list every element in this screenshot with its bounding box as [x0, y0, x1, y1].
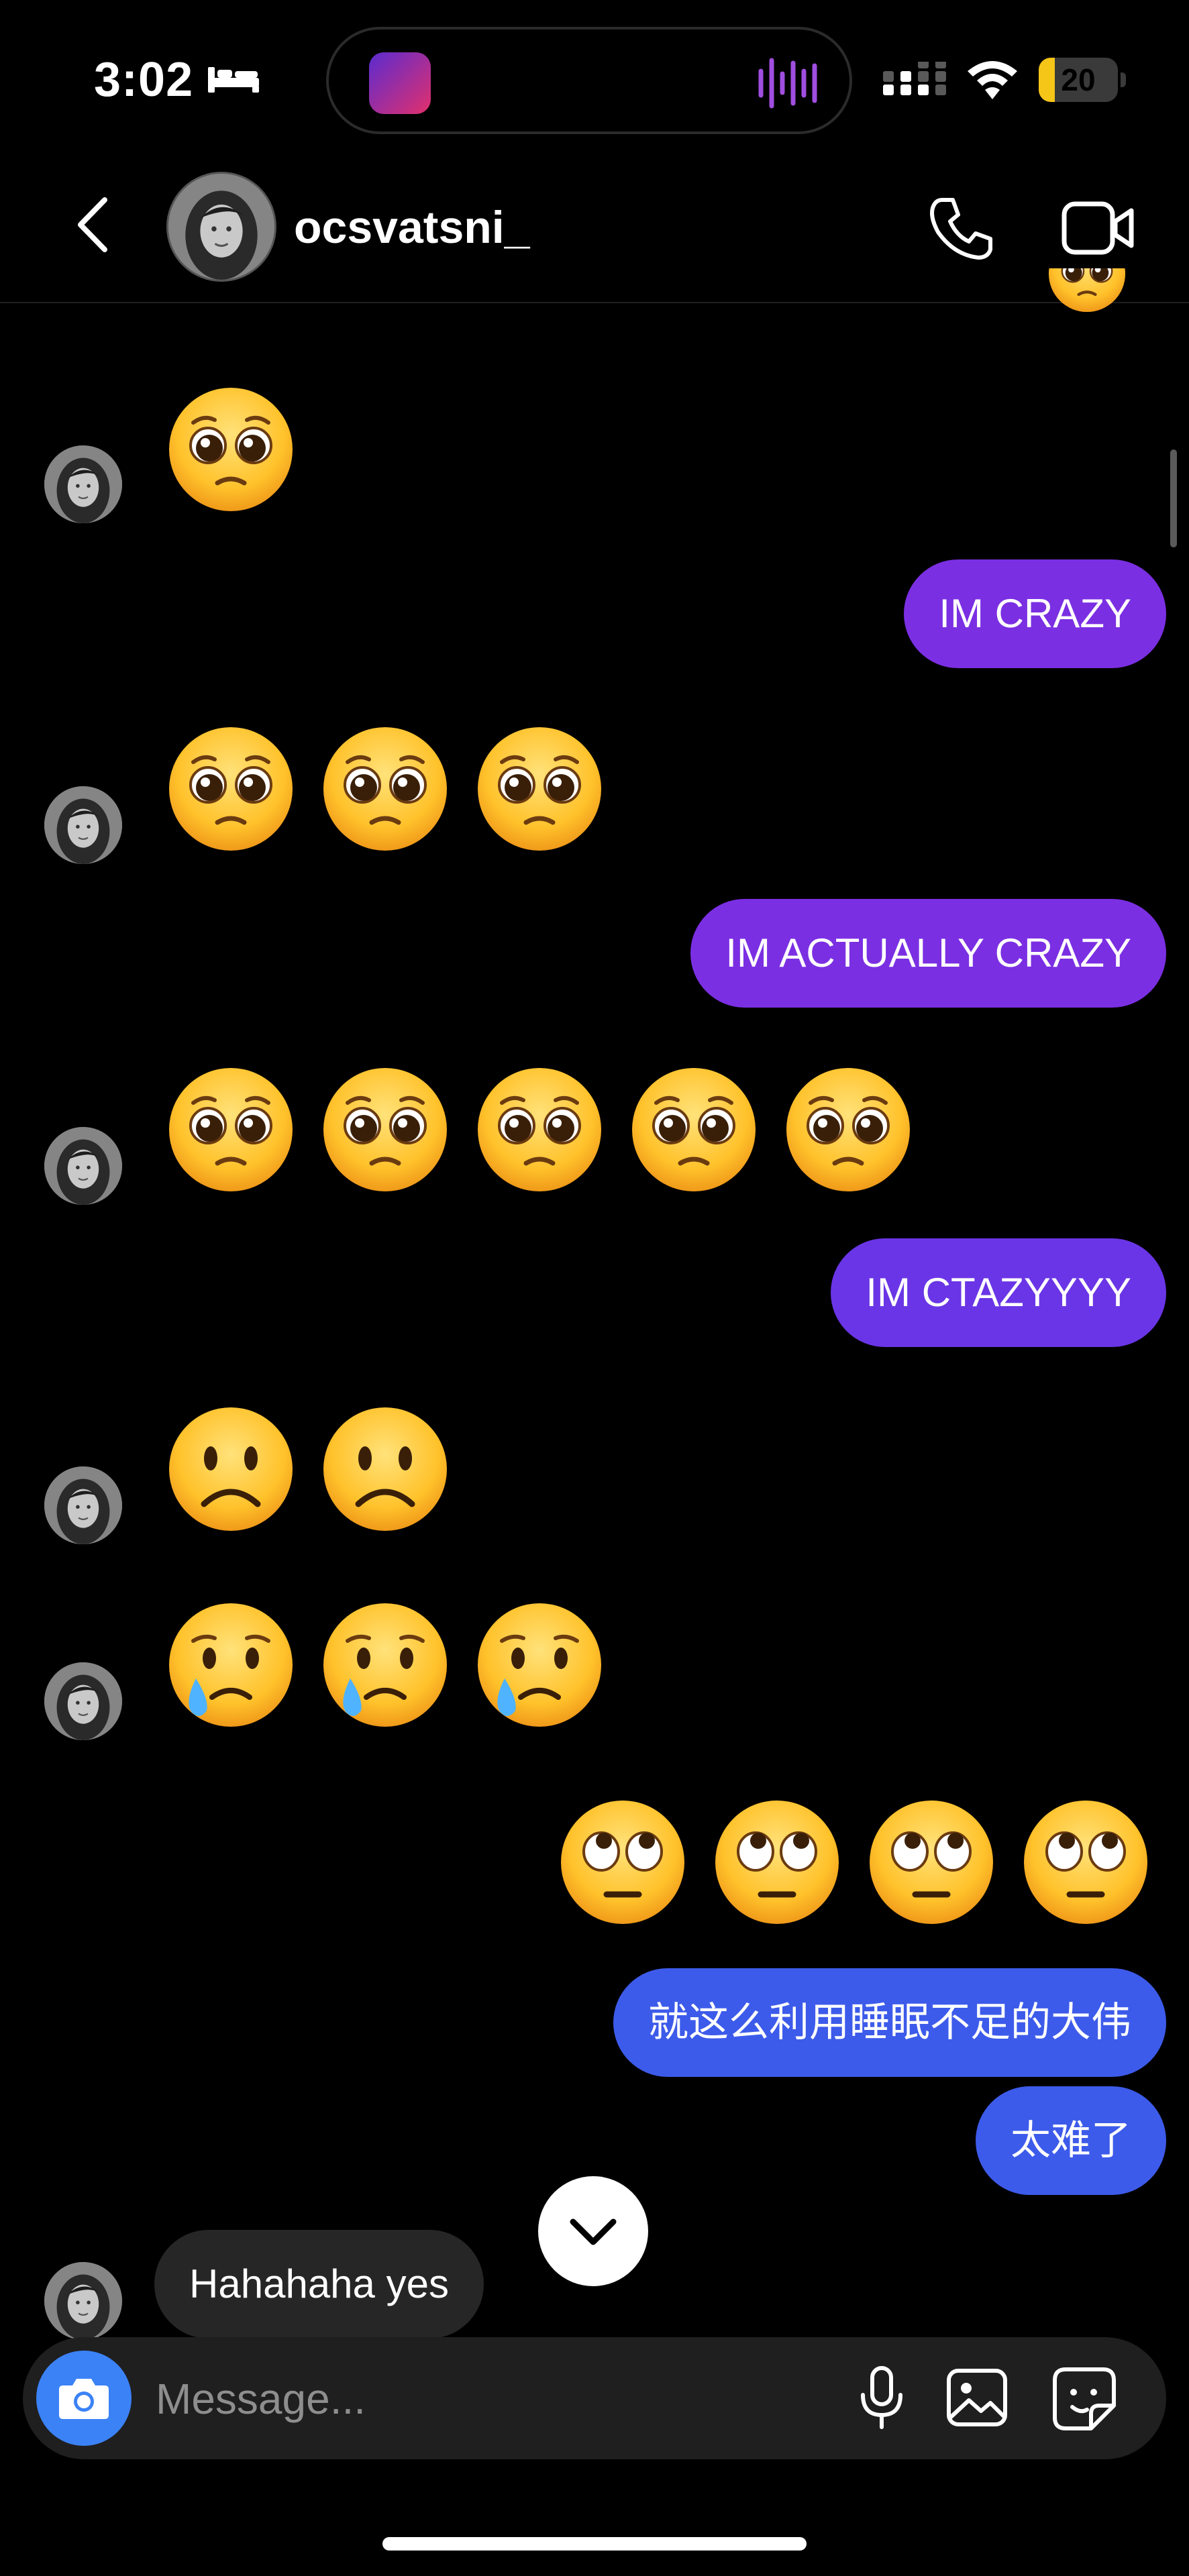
camera-button[interactable]: [36, 2351, 132, 2446]
pleading-face-emoji[interactable]: [164, 722, 298, 856]
sent-message-bubble[interactable]: IM CTAZYYYY: [831, 1238, 1166, 1347]
dynamic-island[interactable]: [326, 27, 852, 134]
sender-avatar[interactable]: [44, 2262, 122, 2340]
eye-roll-emoji[interactable]: [864, 1795, 998, 1929]
eye-roll-emoji[interactable]: [556, 1795, 690, 1929]
sender-avatar[interactable]: [44, 1127, 122, 1205]
pleading-face-emoji[interactable]: [627, 1063, 761, 1197]
header-divider: [0, 302, 1189, 303]
video-camera-icon[interactable]: [1062, 195, 1135, 262]
back-arrow-icon[interactable]: [72, 195, 113, 255]
bed-icon: [208, 67, 259, 93]
phone-icon[interactable]: [927, 195, 994, 262]
contact-avatar[interactable]: [166, 172, 276, 282]
sender-avatar[interactable]: [44, 445, 122, 523]
eye-roll-emoji[interactable]: [710, 1795, 844, 1929]
microphone-icon[interactable]: [848, 2364, 915, 2431]
sticker-icon[interactable]: [1049, 2364, 1119, 2434]
pleading-face-emoji[interactable]: [472, 722, 607, 856]
battery-percent: 20: [1061, 62, 1096, 97]
sent-message-bubble[interactable]: 太难了: [976, 2086, 1166, 2195]
scrollbar[interactable]: [1170, 449, 1177, 547]
crying-face-emoji[interactable]: [472, 1598, 607, 1732]
message-input[interactable]: [154, 2337, 815, 2461]
crying-face-emoji[interactable]: [318, 1598, 452, 1732]
contact-username[interactable]: ocsvatsni_: [294, 201, 530, 254]
sender-avatar[interactable]: [44, 786, 122, 864]
battery-icon: 20: [1039, 58, 1126, 102]
image-icon[interactable]: [943, 2364, 1011, 2431]
sender-avatar[interactable]: [44, 1466, 122, 1544]
signal-icon: [883, 62, 946, 95]
message-composer: [23, 2337, 1166, 2461]
camera-icon: [59, 2379, 109, 2419]
scroll-to-bottom-button[interactable]: [538, 2176, 648, 2286]
pleading-face-emoji[interactable]: [164, 382, 298, 517]
sent-message-bubble[interactable]: IM CRAZY: [904, 559, 1166, 668]
pleading-face-emoji[interactable]: [318, 1063, 452, 1197]
sent-message-bubble[interactable]: IM ACTUALLY CRAZY: [690, 899, 1166, 1008]
frowning-face-emoji[interactable]: [164, 1402, 298, 1536]
pleading-face-emoji[interactable]: [164, 1063, 298, 1197]
home-indicator[interactable]: [382, 2537, 807, 2551]
received-message-bubble[interactable]: Hahahaha yes: [154, 2230, 484, 2339]
sent-message-bubble[interactable]: 就这么利用睡眠不足的大伟: [613, 1968, 1166, 2077]
wifi-icon: [968, 61, 1017, 99]
partial-emoji-message: [1045, 268, 1129, 315]
crying-face-emoji[interactable]: [164, 1598, 298, 1732]
eye-roll-emoji[interactable]: [1019, 1795, 1153, 1929]
frowning-face-emoji[interactable]: [318, 1402, 452, 1536]
audio-waveform-icon: [758, 58, 817, 109]
pleading-face-emoji[interactable]: [318, 722, 452, 856]
pleading-face-emoji[interactable]: [472, 1063, 607, 1197]
chevron-down-icon: [570, 2218, 617, 2245]
pleading-face-emoji[interactable]: [781, 1063, 915, 1197]
status-time: 3:02: [94, 53, 194, 107]
now-playing-app-icon: [369, 52, 431, 114]
sender-avatar[interactable]: [44, 1662, 122, 1740]
